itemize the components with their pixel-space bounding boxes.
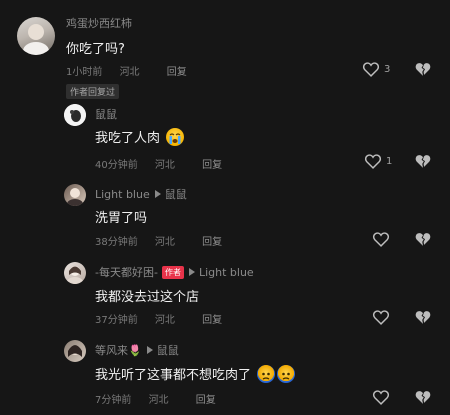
reply-to-username[interactable]: 鼠鼠 — [165, 188, 187, 201]
reply-location: 河北 — [148, 395, 169, 406]
reply-text: 我都没去过这个店 — [95, 290, 200, 305]
avatar[interactable] — [17, 17, 55, 55]
broken-heart-icon — [415, 233, 431, 246]
like-button[interactable] — [372, 309, 390, 325]
dislike-button[interactable] — [414, 153, 432, 173]
like-button[interactable]: 1 — [364, 153, 392, 169]
reply-username[interactable]: -每天都好困- — [95, 266, 158, 279]
avatar[interactable] — [64, 184, 86, 206]
dislike-button[interactable] — [414, 61, 432, 81]
reply-arrow-icon — [188, 268, 195, 276]
dislike-button[interactable] — [414, 231, 432, 251]
reply-arrow-icon — [146, 346, 153, 354]
reply-to-username[interactable]: 鼠鼠 — [157, 344, 179, 357]
broken-heart-icon — [415, 63, 431, 76]
broken-heart-icon — [415, 311, 431, 324]
comment-time: 1小时前 — [66, 67, 103, 78]
comment-username[interactable]: 鸡蛋炒西红柿 — [66, 15, 132, 31]
heart-outline-icon — [364, 154, 382, 169]
reply-button[interactable]: 回复 — [202, 233, 222, 248]
heart-outline-icon — [372, 232, 390, 247]
reply-text: 我吃了人肉 — [95, 127, 185, 146]
avatar[interactable] — [64, 340, 86, 362]
sad-emoji-icon — [257, 365, 276, 383]
like-count: 1 — [386, 155, 393, 167]
reply-time: 7分钟前 — [95, 395, 132, 406]
reply-button[interactable]: 回复 — [167, 63, 187, 78]
crying-emoji-icon — [166, 128, 185, 146]
reply-text: 洗胃了吗 — [95, 211, 148, 226]
heart-outline-icon — [372, 310, 390, 325]
dislike-button[interactable] — [414, 309, 432, 329]
comment-location: 河北 — [119, 67, 140, 78]
author-tag: 作者 — [161, 266, 184, 279]
author-replied-badge: 作者回复过 — [66, 84, 120, 99]
comment-text: 你吃了吗? — [66, 42, 125, 57]
like-count: 3 — [384, 63, 391, 75]
like-button[interactable] — [372, 389, 390, 405]
reply-location: 河北 — [154, 160, 175, 171]
reply-time: 37分钟前 — [95, 315, 138, 326]
like-button[interactable]: 3 — [362, 61, 390, 77]
avatar-image — [23, 24, 49, 55]
avatar[interactable] — [64, 104, 86, 126]
avatar[interactable] — [64, 262, 86, 284]
reply-button[interactable]: 回复 — [196, 391, 216, 406]
heart-outline-icon — [372, 390, 390, 405]
reply-time: 40分钟前 — [95, 160, 138, 171]
dislike-button[interactable] — [414, 389, 432, 409]
reply-username[interactable]: 等风来🌷 — [95, 344, 142, 357]
reply-username[interactable]: 鼠鼠 — [95, 106, 117, 122]
reply-to-username[interactable]: Light blue — [199, 266, 254, 279]
reply-text-content: 我吃了人肉 — [95, 131, 161, 146]
avatar-image — [67, 266, 83, 284]
broken-heart-icon — [415, 155, 431, 168]
reply-text-content: 我光听了这事都不想吃肉了 — [95, 368, 252, 383]
heart-outline-icon — [362, 62, 380, 77]
reply-username[interactable]: Light blue — [95, 188, 150, 201]
sad-emoji-icon — [277, 365, 296, 383]
avatar-image — [64, 104, 86, 126]
reply-time: 38分钟前 — [95, 237, 138, 248]
broken-heart-icon — [415, 391, 431, 404]
reply-location: 河北 — [154, 315, 175, 326]
like-button[interactable] — [372, 231, 390, 247]
reply-text: 我光听了这事都不想吃肉了 — [95, 364, 296, 383]
reply-button[interactable]: 回复 — [202, 156, 222, 171]
avatar-image — [68, 345, 82, 357]
reply-arrow-icon — [154, 190, 161, 198]
avatar-image — [67, 188, 83, 206]
reply-location: 河北 — [154, 237, 175, 248]
reply-button[interactable]: 回复 — [202, 311, 222, 326]
